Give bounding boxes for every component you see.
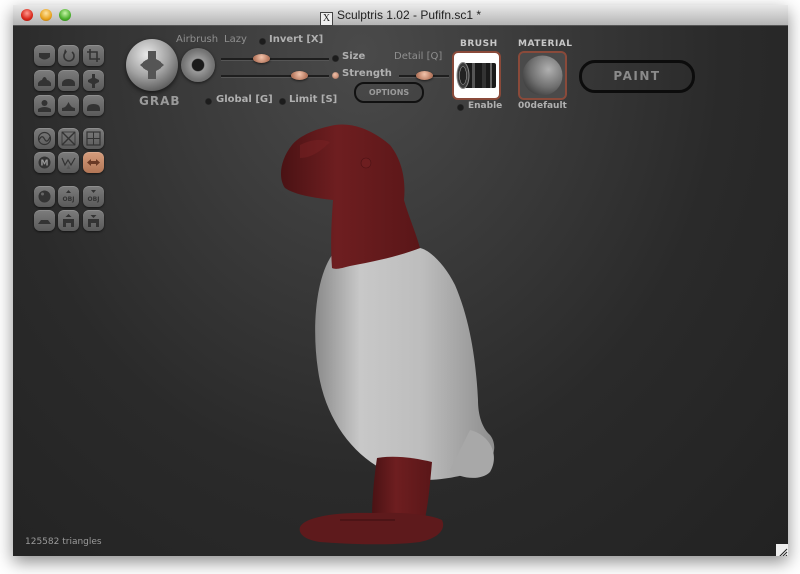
puffin-foot <box>299 512 444 545</box>
viewport-3d[interactable]: M OBJ OBJ GRAB Airbrush Lazy Invert [X] Si… <box>13 26 788 556</box>
window-title-text: Sculptris 1.02 - Pufifn.sc1 * <box>336 8 482 22</box>
app-window: X Sculptris 1.02 - Pufifn.sc1 * M OBJ OBJ G… <box>13 5 788 556</box>
puffin-leg <box>372 456 432 521</box>
window-title: X Sculptris 1.02 - Pufifn.sc1 * <box>13 8 788 26</box>
resize-grip-icon[interactable] <box>776 544 788 556</box>
triangle-count: 125582 triangles <box>25 537 102 547</box>
x11-icon: X <box>319 12 333 26</box>
title-bar[interactable]: X Sculptris 1.02 - Pufifn.sc1 * <box>13 5 788 26</box>
puffin-model[interactable] <box>13 26 788 556</box>
puffin-eye <box>360 157 372 169</box>
